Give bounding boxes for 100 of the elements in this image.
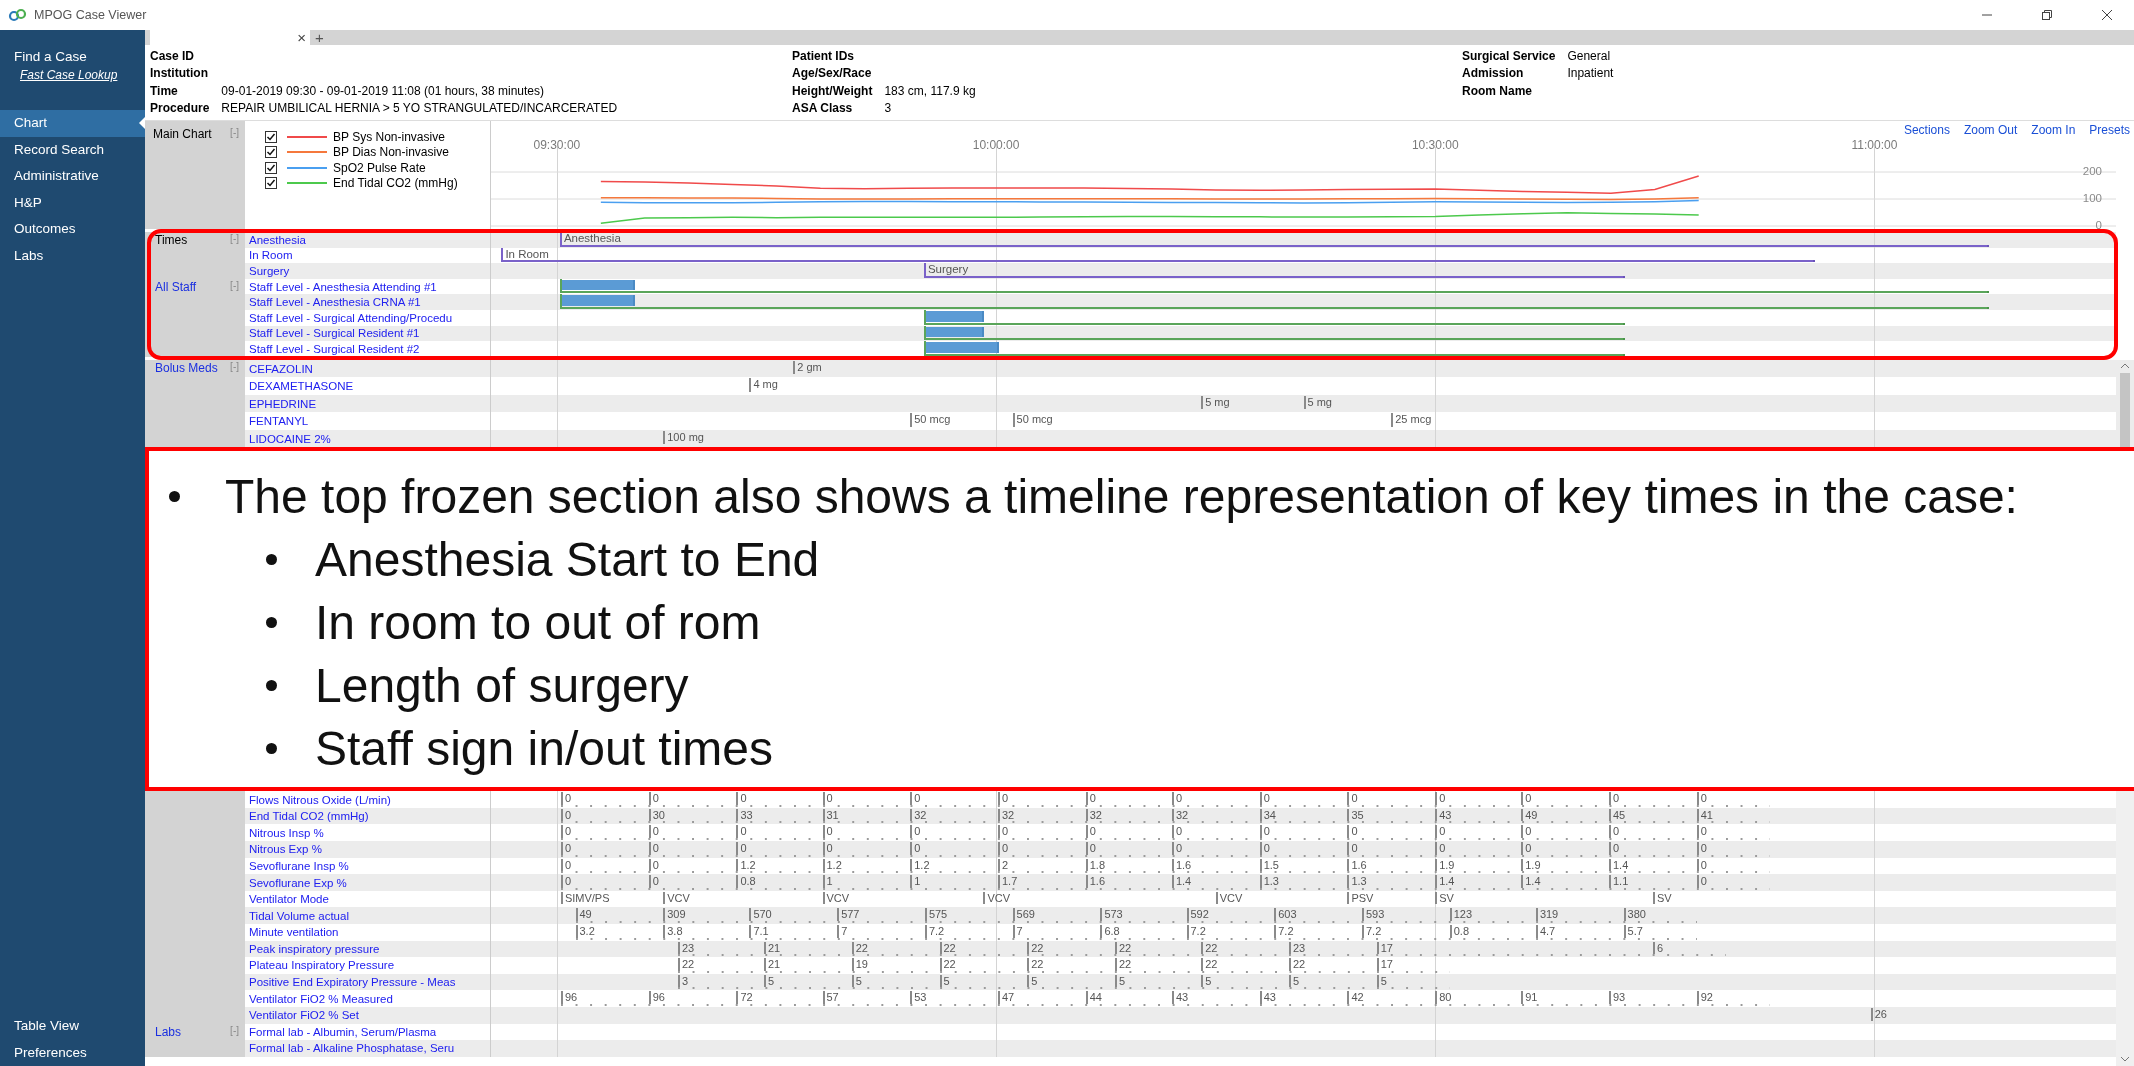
value-label: 0 xyxy=(648,842,659,855)
toolbar-link[interactable]: Presets xyxy=(2089,123,2130,137)
sidebar-item[interactable]: Administrative xyxy=(0,163,145,190)
value-label: 5 xyxy=(1288,974,1299,988)
checkbox[interactable] xyxy=(265,130,277,143)
value-label: 592 xyxy=(1186,908,1209,921)
field-value: 183 cm, 117.9 kg xyxy=(884,83,976,98)
row-label[interactable]: Nitrous Insp % xyxy=(249,826,324,839)
toolbar-link[interactable]: Sections xyxy=(1903,123,1950,137)
value-label: 22 xyxy=(1201,941,1218,955)
interval-label: Anesthesia xyxy=(563,232,621,245)
row-label[interactable]: DEXAMETHASONE xyxy=(249,380,354,392)
value-label: 44 xyxy=(1085,991,1102,1004)
callout-text: In room to out of rom xyxy=(315,595,761,651)
row-label[interactable]: Flows Nitrous Oxide (L/min) xyxy=(249,793,391,806)
value-label: 1.6 xyxy=(1171,858,1192,872)
value-label: SV xyxy=(1435,891,1454,905)
value-label: 1.7 xyxy=(998,875,1018,888)
value-label: 5 mg xyxy=(1303,395,1332,410)
value-label: 0 xyxy=(1171,792,1182,805)
add-tab-button[interactable]: + xyxy=(310,30,329,45)
section-link[interactable]: Labs xyxy=(155,1024,182,1039)
scrollbar[interactable] xyxy=(2116,791,2134,1066)
value-label: VCV xyxy=(1215,891,1243,905)
field-label: Admission xyxy=(1462,66,1525,81)
row-label[interactable]: Surgery xyxy=(249,265,290,277)
value-label: 0 xyxy=(998,842,1009,855)
row-label[interactable]: Plateau Inspiratory Pressure xyxy=(249,959,395,972)
checkbox[interactable] xyxy=(265,177,277,190)
row-label[interactable]: Ventilator Mode xyxy=(249,893,329,906)
field-label: Height/Weight xyxy=(792,83,873,98)
case-tab[interactable]: × xyxy=(150,30,310,45)
value-label: 1.2 xyxy=(822,858,842,872)
value-label: VCV xyxy=(983,891,1010,905)
value-label: 57 xyxy=(822,991,839,1004)
window-title: MPOG Case Viewer xyxy=(34,8,147,22)
legend-swatch xyxy=(287,166,327,169)
value-label: 96 xyxy=(560,991,578,1004)
row-label[interactable]: EPHEDRINE xyxy=(249,397,317,410)
checkbox[interactable] xyxy=(265,161,277,174)
value-label: 0 xyxy=(736,842,747,855)
row-label[interactable]: Ventilator FiO2 % Measured xyxy=(249,992,393,1005)
toolbar-link[interactable]: Zoom Out xyxy=(1963,123,2018,137)
sidebar-item[interactable]: Labs xyxy=(0,242,145,269)
row-label[interactable]: Staff Level - Surgical Attending/Procedu xyxy=(249,311,453,324)
value-label: 22 xyxy=(1027,958,1044,971)
value-label: 50 mcg xyxy=(910,413,951,427)
sidebar-item[interactable]: Preferences xyxy=(0,1039,145,1066)
value-label: 0 xyxy=(998,792,1009,805)
caret-down-icon[interactable] xyxy=(2120,1056,2130,1062)
value-label: 0 xyxy=(910,792,921,805)
bullet-icon xyxy=(169,491,180,503)
toolbar-link[interactable]: Zoom In xyxy=(2031,123,2076,137)
fast-case-lookup-link[interactable]: Fast Case Lookup xyxy=(20,68,118,82)
value-label: 6.8 xyxy=(1100,925,1120,938)
value-label: 50 mcg xyxy=(1012,413,1053,427)
callout-text: Anesthesia Start to End xyxy=(315,532,820,588)
row-label[interactable]: Formal lab - Albumin, Serum/Plasma xyxy=(249,1025,437,1038)
row-label[interactable]: In Room xyxy=(249,249,293,262)
value-label: 1.1 xyxy=(1609,875,1629,888)
sidebar-item[interactable]: H&P xyxy=(0,189,145,216)
row-label[interactable]: Staff Level - Surgical Resident #2 xyxy=(249,342,420,355)
legend-swatch xyxy=(287,135,327,138)
caret-up-icon[interactable] xyxy=(2120,362,2130,369)
value-label: 603 xyxy=(1274,908,1297,921)
value-label: 47 xyxy=(998,991,1015,1004)
value-label: VCV xyxy=(822,891,850,905)
field-value: General xyxy=(1567,48,1612,63)
value-label: 0 xyxy=(1347,825,1358,839)
sidebar-item[interactable]: Outcomes xyxy=(0,216,145,243)
row-label[interactable]: Minute ventilation xyxy=(249,926,339,939)
row-label[interactable]: Staff Level - Anesthesia Attending #1 xyxy=(249,280,437,293)
restore-icon xyxy=(2041,9,2053,21)
row-label[interactable]: Sevoflurane Insp % xyxy=(249,859,349,872)
value-label: 0 xyxy=(1259,792,1270,805)
value-label: 17 xyxy=(1376,958,1393,971)
section-link[interactable]: All Staff xyxy=(155,279,197,294)
value-label: 42 xyxy=(1347,991,1364,1004)
value-label: 0 xyxy=(648,858,659,872)
sidebar-item[interactable]: Table View xyxy=(0,1013,145,1040)
value-label: 1.9 xyxy=(1521,858,1541,872)
row-label[interactable]: FENTANYL xyxy=(249,415,309,427)
value-label: 0 xyxy=(998,825,1009,839)
close-tab-button[interactable]: × xyxy=(297,30,306,45)
value-label: 1.2 xyxy=(736,858,756,872)
checkbox[interactable] xyxy=(265,146,277,159)
find-case-heading[interactable]: Find a Case xyxy=(14,49,87,64)
row-label[interactable]: Anesthesia xyxy=(249,233,306,246)
value-label: 31 xyxy=(822,808,839,822)
value-label: 26 xyxy=(1870,1007,1887,1021)
scrollbar[interactable] xyxy=(2116,359,2134,448)
sidebar-item[interactable]: Record Search xyxy=(0,136,145,163)
value-label: 3.8 xyxy=(663,925,683,938)
value-label: 3 xyxy=(677,974,688,988)
section-link[interactable]: Bolus Meds xyxy=(155,360,218,375)
sidebar-item[interactable]: Chart xyxy=(0,110,145,137)
value-label: 1.5 xyxy=(1259,858,1279,872)
field-label: Institution xyxy=(150,66,209,81)
value-label: 380 xyxy=(1623,908,1646,921)
row-label[interactable]: CEFAZOLIN xyxy=(249,362,313,375)
